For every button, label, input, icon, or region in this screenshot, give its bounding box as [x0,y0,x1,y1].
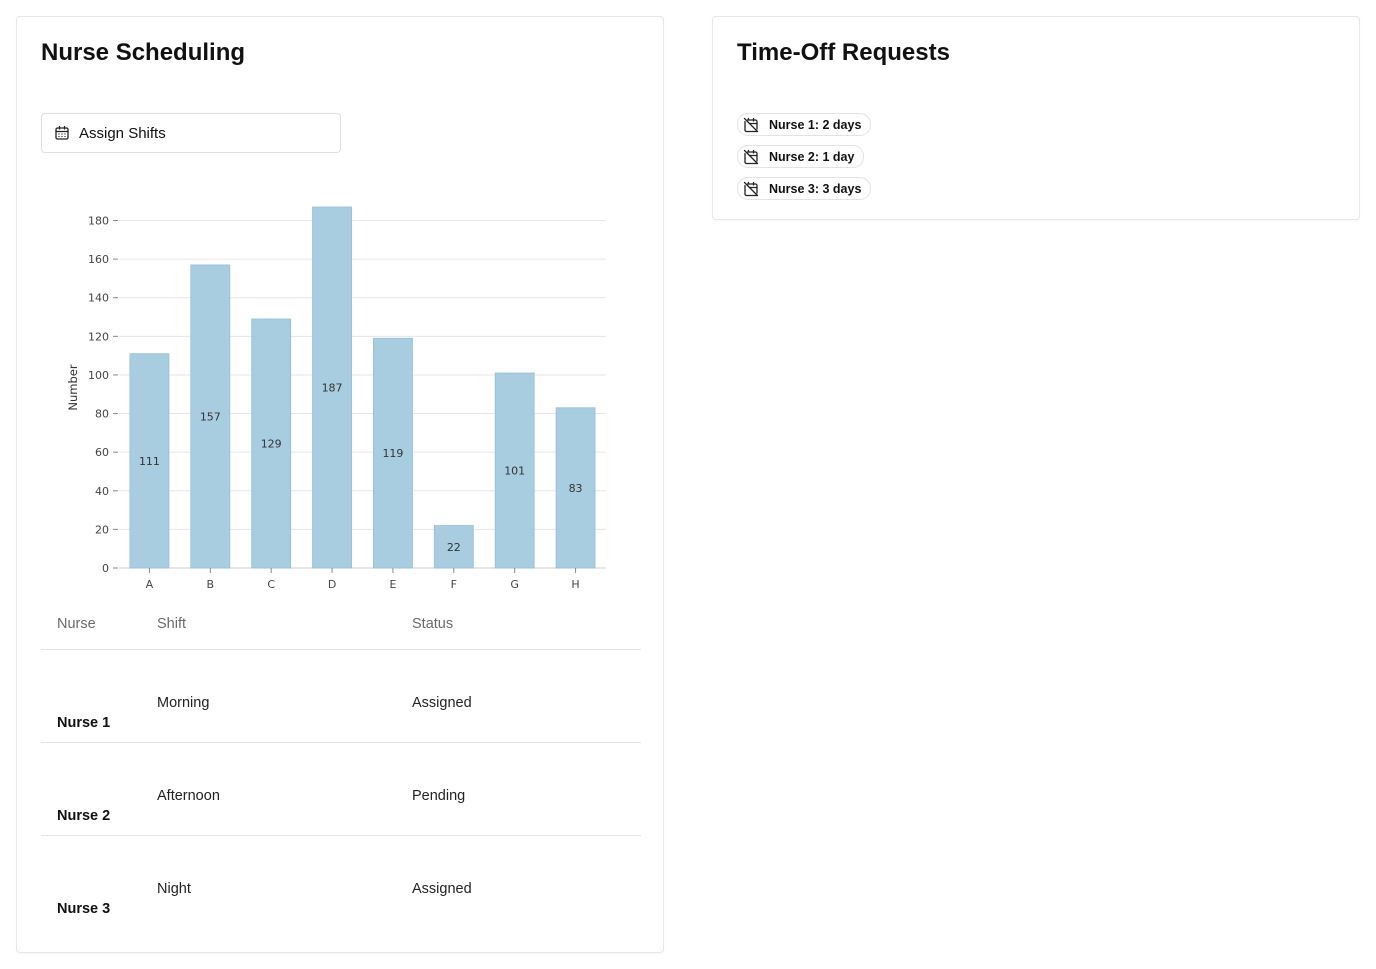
shift-value: Night [157,881,191,897]
y-tick-label: 0 [102,562,109,575]
y-tick-label: 160 [88,253,109,266]
status-value: Assigned [412,695,472,711]
nurse-scheduling-card: Nurse Scheduling Assign Shifts 0 20 40 60 80… [16,16,664,953]
y-axis-title: Number [66,364,80,410]
bar-value-label: 129 [261,437,282,450]
bar-value-label: 22 [447,541,461,554]
page-title: Nurse Scheduling [41,39,246,66]
list-item: Nurse 2: 1 day [737,145,871,177]
time-off-badge: Nurse 1: 2 days [737,113,872,136]
time-off-label: Nurse 1: 2 days [769,117,862,132]
y-tick-label: 80 [95,408,109,421]
assign-shifts-label: Assign Shifts [79,124,166,142]
status-value: Pending [412,788,466,804]
calendar-off-icon [743,117,759,133]
shift-value: Afternoon [157,788,220,804]
x-tick-label: F [451,578,457,591]
nurse-name: Nurse 3 [57,901,111,917]
shifts-bar-chart: 0 20 40 60 80 100 120 140 160 180 111 A 157 B 129 C 187 D… [66,206,606,607]
list-item: Nurse 1: 2 days [737,113,872,145]
shift-table: Nurse Shift Status Nurse 1 Morning Assig… [41,607,641,928]
list-item: Nurse 3: 3 days [737,177,872,209]
status-value: Assigned [412,881,472,897]
y-tick-label: 120 [88,330,109,343]
y-tick-label: 40 [95,485,109,498]
shift-value: Morning [157,695,210,711]
y-tick-label: 60 [95,446,109,459]
table-row: Nurse 2 Afternoon Pending [41,743,641,836]
y-tick-label: 180 [88,215,109,228]
bar-value-label: 111 [139,455,160,468]
y-tick-label: 140 [88,292,109,305]
table-row: Nurse 1 Morning Assigned [41,650,641,743]
x-tick-label: D [328,578,336,591]
nurse-name: Nurse 2 [57,808,111,824]
nurse-name: Nurse 1 [57,715,111,731]
calendar-off-icon [743,149,759,165]
y-tick-label: 100 [88,369,109,382]
time-off-label: Nurse 3: 3 days [769,181,862,196]
x-tick-label: H [571,578,579,591]
x-tick-label: C [267,578,275,591]
x-tick-label: A [146,578,154,591]
assign-shifts-button[interactable]: Assign Shifts [41,113,341,153]
calendar-icon [54,125,70,141]
time-off-label: Nurse 2: 1 day [769,149,855,164]
bar-value-label: 119 [382,447,403,460]
bar-value-label: 157 [200,410,221,423]
time-off-list: Nurse 1: 2 days Nurse 2: 1 day Nurse 3: … [737,113,872,209]
time-off-badge: Nurse 2: 1 day [737,145,865,168]
time-off-card: Time-Off Requests Nurse 1: 2 days Nurse … [712,16,1360,220]
table-header: Nurse Shift Status [41,607,641,650]
x-tick-label: B [207,578,215,591]
x-tick-label: E [389,578,396,591]
table-row: Nurse 3 Night Assigned [41,836,641,928]
bar-value-label: 83 [569,482,583,495]
bar-value-label: 187 [322,382,343,395]
bar-value-label: 101 [504,465,525,478]
time-off-title: Time-Off Requests [737,39,950,66]
header-nurse: Nurse [57,616,96,632]
y-tick-label: 20 [95,523,109,536]
x-tick-label: G [510,578,519,591]
header-shift: Shift [157,616,187,632]
calendar-off-icon [743,181,759,197]
time-off-badge: Nurse 3: 3 days [737,177,872,200]
header-status: Status [412,616,454,632]
